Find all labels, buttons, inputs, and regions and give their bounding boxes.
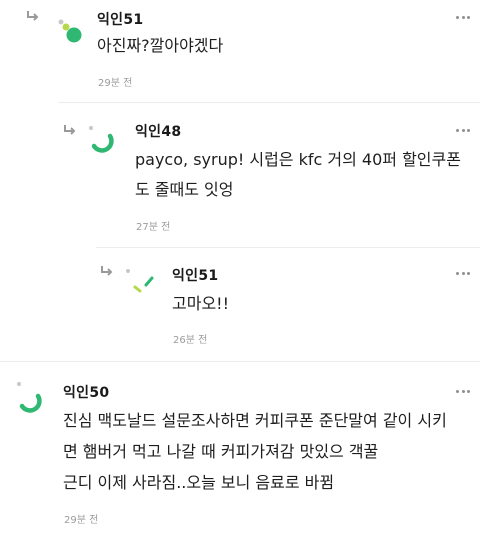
divider (58, 102, 480, 103)
more-options-icon[interactable] (456, 271, 470, 275)
more-options-icon[interactable] (456, 128, 470, 132)
comment-time: 26분 전 (173, 335, 208, 346)
comment-text: payco, syrup! 시럽은 kfc 거의 40퍼 할인쿠폰 (135, 150, 461, 169)
divider (0, 361, 480, 362)
divider (96, 247, 480, 248)
avatar-icon (17, 382, 42, 413)
avatar-icon (126, 269, 154, 293)
reply-arrow-icon (64, 125, 76, 135)
reply-arrow-icon (27, 11, 39, 21)
avatar-icon (58, 19, 82, 43)
comment-text: 근디 이제 사라짐..오늘 보니 음료로 바뀜 (63, 473, 335, 492)
comment-author[interactable]: 익인50 (63, 382, 109, 402)
comment-text: 면 햄버거 먹고 나갈 때 커피가져감 맛있으 객꿀 (63, 442, 379, 461)
more-options-icon[interactable] (456, 389, 470, 393)
comment-author[interactable]: 익인51 (172, 265, 218, 285)
comment-author[interactable]: 익인48 (135, 121, 181, 141)
comment-text: 도 줄때도 잇엉 (135, 180, 234, 199)
comment-text: 진심 맥도날드 설문조사하면 커피쿠폰 준단말여 같이 시키 (63, 411, 447, 430)
comment-author[interactable]: 익인51 (97, 9, 143, 29)
avatar-icon (89, 126, 114, 153)
comment-text: 아진짜?깔아야겠다 (97, 36, 224, 55)
reply-arrow-icon (101, 266, 113, 276)
more-options-icon[interactable] (456, 15, 470, 19)
comment-time: 29분 전 (64, 515, 99, 526)
comment-text: 고마오!! (172, 294, 229, 313)
comment-time: 29분 전 (98, 78, 133, 89)
comment-time: 27분 전 (136, 222, 171, 233)
